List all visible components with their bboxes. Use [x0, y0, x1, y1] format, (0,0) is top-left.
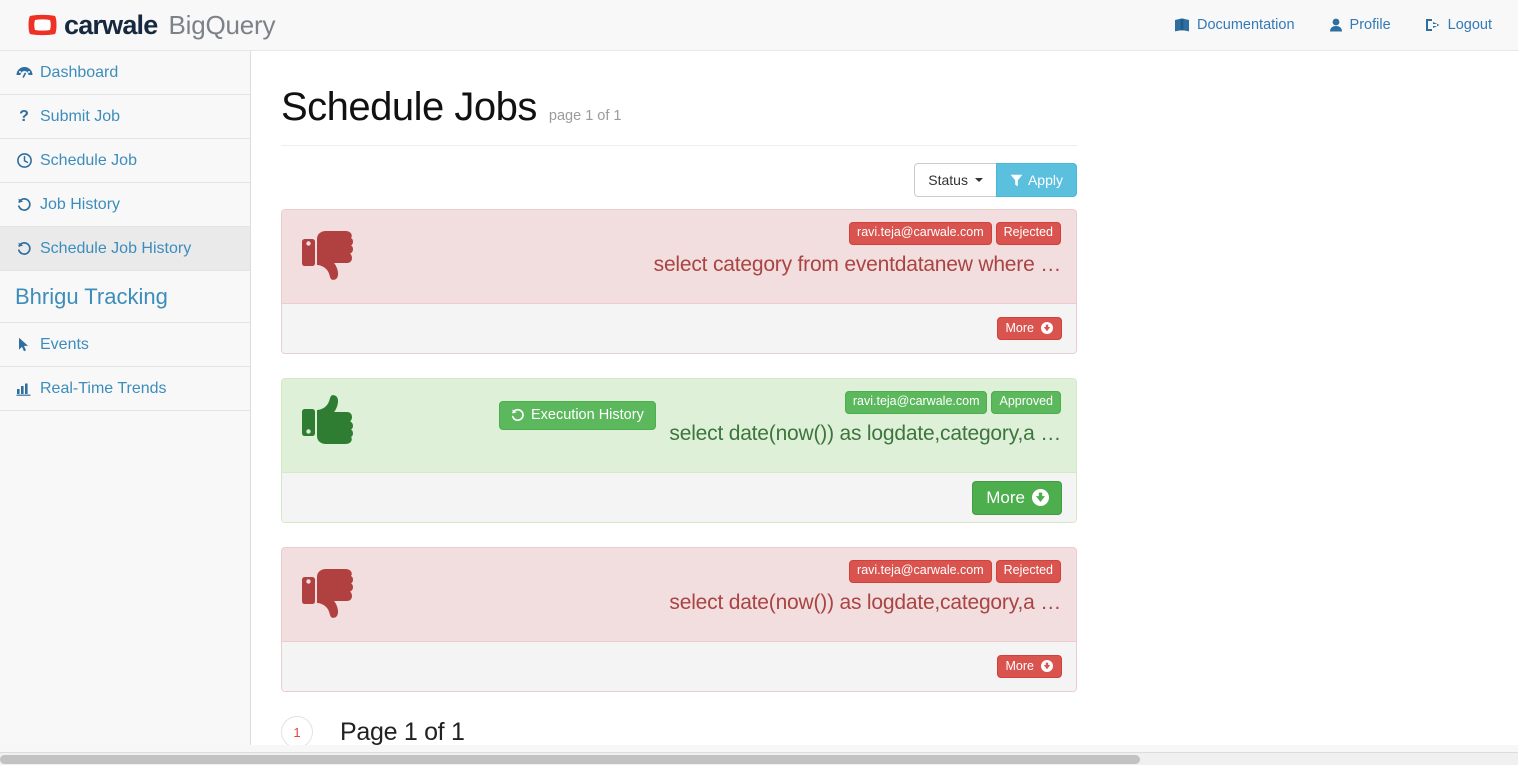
brand-wordmark: carwale [64, 9, 158, 40]
owner-badge: ravi.teja@carwale.com [844, 391, 988, 414]
job-card-tags: ravi.teja@carwale.com Rejected [849, 560, 1061, 583]
job-card-meta: ravi.teja@carwale.com Rejected select ca… [654, 222, 1061, 277]
sidebar-item-schedule-job-history-label: Schedule Job History [40, 239, 192, 257]
nav-documentation-label: Documentation [1197, 17, 1295, 33]
job-card-list: ravi.teja@carwale.com Rejected select ca… [281, 209, 1077, 692]
nav-profile-label: Profile [1349, 17, 1391, 33]
car-logo-glyph [28, 14, 57, 36]
status-dropdown-button[interactable]: Status [914, 163, 996, 197]
navbar-links: Documentation Profile Logout [1174, 17, 1492, 33]
more-button-label: More [986, 487, 1025, 507]
sign-out-icon [1425, 19, 1440, 31]
sidebar-section-bhrigu-tracking: Bhrigu Tracking [0, 271, 250, 323]
sidebar-item-events-label: Events [40, 335, 89, 353]
status-filter-group: Status Apply [914, 163, 1077, 197]
carwale-car-logo-icon: carwale [26, 9, 158, 40]
sidebar-item-dashboard-label: Dashboard [40, 63, 119, 81]
job-card-body: ravi.teja@carwale.com Rejected select da… [282, 548, 1076, 641]
user-icon [1329, 18, 1342, 32]
status-dropdown-label: Status [928, 172, 968, 188]
brand-logo[interactable]: carwale BigQuery [26, 9, 276, 40]
sidebar-item-dashboard[interactable]: Dashboard [0, 51, 250, 95]
history-icon [511, 408, 524, 421]
page-number-button[interactable]: 1 [281, 716, 313, 745]
job-card-meta: ravi.teja@carwale.com Approved select da… [669, 391, 1061, 446]
book-icon [1175, 18, 1189, 32]
job-query-text: select category from eventdatanew where … [653, 252, 1062, 276]
arrow-circle-down-icon [1041, 322, 1053, 334]
sidebar-item-job-history-label: Job History [40, 195, 121, 213]
more-button-label: More [1005, 658, 1034, 673]
arrow-circle-down-icon [1032, 488, 1049, 506]
thumbs-down-icon [298, 224, 356, 287]
funnel-icon [1010, 174, 1023, 186]
job-card: ravi.teja@carwale.com Rejected select da… [281, 547, 1077, 692]
horizontal-scrollbar-thumb[interactable] [0, 755, 1140, 764]
job-card-tags: ravi.teja@carwale.com Rejected [849, 222, 1061, 245]
thumbs-down-icon [298, 562, 356, 625]
pagination-label: Page 1 of 1 [340, 717, 465, 746]
job-card: Execution History ravi.teja@carwale.com … [281, 378, 1077, 523]
sidebar-item-job-history[interactable]: Job History [0, 183, 250, 227]
clock-icon [15, 153, 33, 168]
cursor-icon [15, 337, 33, 352]
job-card-footer: More [282, 641, 1076, 691]
nav-logout[interactable]: Logout [1425, 17, 1492, 33]
pagination: 1 Page 1 of 1 [281, 716, 1518, 745]
sidebar: Dashboard ? Submit Job Schedule Job Job … [0, 51, 251, 745]
filter-bar: Status Apply [281, 163, 1077, 197]
sidebar-item-submit-job[interactable]: ? Submit Job [0, 95, 250, 139]
status-badge: Rejected [995, 222, 1061, 245]
arrow-circle-down-icon [1041, 660, 1053, 672]
status-badge: Approved [991, 391, 1061, 414]
bar-chart-icon [15, 382, 33, 396]
execution-history-label: Execution History [531, 407, 644, 423]
page-title: Schedule Jobs [281, 85, 537, 129]
job-card: ravi.teja@carwale.com Rejected select ca… [281, 209, 1077, 354]
main-content: Schedule Jobs page 1 of 1 Status Apply r… [251, 51, 1518, 745]
job-card-footer: More [282, 303, 1076, 353]
job-card-body: ravi.teja@carwale.com Rejected select ca… [282, 210, 1076, 303]
sidebar-section-label: Bhrigu Tracking [15, 283, 168, 309]
status-badge: Rejected [995, 560, 1061, 583]
apply-filter-button[interactable]: Apply [995, 163, 1077, 197]
history-icon [15, 197, 33, 212]
job-card-footer: More [282, 472, 1076, 522]
apply-filter-label: Apply [1027, 172, 1063, 188]
brand-subtitle: BigQuery [168, 10, 276, 40]
job-card-meta: ravi.teja@carwale.com Rejected select da… [669, 560, 1061, 615]
sidebar-item-schedule-job-history[interactable]: Schedule Job History [0, 227, 250, 271]
job-card-body: Execution History ravi.teja@carwale.com … [282, 379, 1076, 472]
history-icon [15, 241, 33, 256]
more-button[interactable]: More [972, 480, 1062, 515]
more-button-label: More [1005, 320, 1034, 335]
owner-badge: ravi.teja@carwale.com [849, 560, 992, 583]
dashboard-icon [15, 66, 33, 79]
horizontal-scrollbar[interactable] [0, 752, 1518, 765]
top-navbar: carwale BigQuery Documentation Profile L… [0, 0, 1518, 51]
more-button[interactable]: More [996, 316, 1062, 341]
owner-badge: ravi.teja@carwale.com [849, 222, 992, 245]
nav-profile[interactable]: Profile [1329, 17, 1391, 33]
question-icon: ? [19, 107, 29, 125]
job-card-tags: ravi.teja@carwale.com Approved [844, 391, 1061, 414]
more-button[interactable]: More [996, 654, 1062, 679]
sidebar-item-schedule-job[interactable]: Schedule Job [0, 139, 250, 183]
caret-down-icon [974, 178, 983, 182]
sidebar-item-real-time-trends[interactable]: Real-Time Trends [0, 367, 250, 411]
nav-logout-label: Logout [1447, 17, 1492, 33]
sidebar-item-schedule-job-label: Schedule Job [40, 151, 137, 169]
job-query-text: select date(now()) as logdate,category,a… [669, 421, 1061, 445]
sidebar-item-events[interactable]: Events [0, 323, 250, 367]
sidebar-item-submit-job-label: Submit Job [40, 107, 121, 125]
job-query-text: select date(now()) as logdate,category,a… [669, 590, 1061, 614]
sidebar-item-real-time-trends-label: Real-Time Trends [40, 379, 167, 397]
execution-history-button[interactable]: Execution History [499, 401, 656, 430]
nav-documentation[interactable]: Documentation [1174, 17, 1295, 33]
thumbs-up-icon [298, 393, 356, 456]
page-header: Schedule Jobs page 1 of 1 [281, 87, 1077, 146]
page-subtitle: page 1 of 1 [548, 108, 622, 124]
